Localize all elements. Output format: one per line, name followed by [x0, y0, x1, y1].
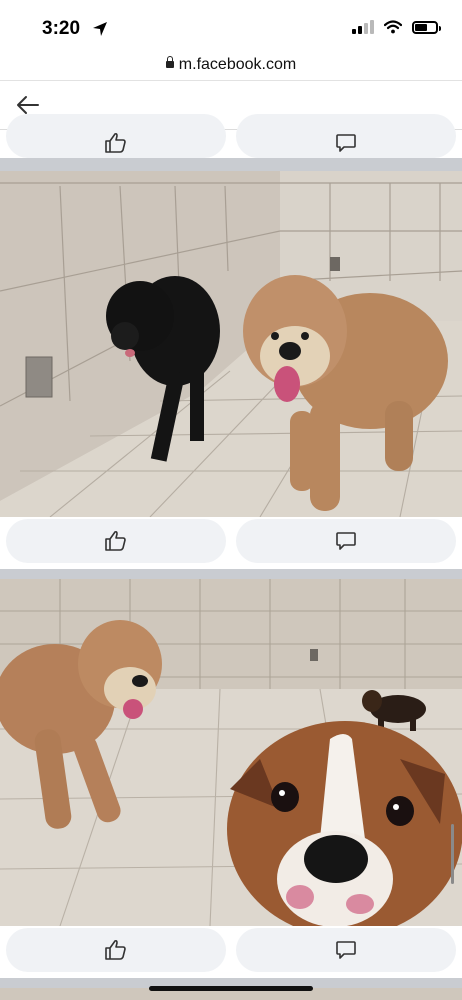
location-arrow-icon: [93, 22, 107, 36]
post-actions: [0, 926, 462, 978]
home-indicator[interactable]: [149, 986, 313, 991]
url-text: m.facebook.com: [178, 56, 297, 73]
signal-icon: [352, 20, 374, 34]
dogs-photo-1: [0, 171, 462, 517]
post-photo[interactable]: [0, 579, 462, 926]
like-icon: [105, 939, 126, 960]
photo-feed[interactable]: [0, 114, 462, 1000]
lock-icon: [165, 56, 174, 68]
comment-icon: [336, 532, 356, 550]
like-icon: [105, 530, 126, 551]
post-actions: [0, 114, 462, 158]
wifi-icon: [384, 20, 402, 34]
comment-button[interactable]: [236, 928, 456, 972]
dogs-photo-2: [0, 579, 462, 926]
like-button[interactable]: [6, 114, 226, 158]
comment-icon: [336, 941, 356, 959]
post-actions: [0, 517, 462, 569]
status-icons: [352, 20, 441, 34]
scrollbar[interactable]: [451, 824, 454, 884]
comment-button[interactable]: [236, 519, 456, 563]
browser-url-bar[interactable]: m.facebook.com: [0, 50, 462, 81]
comment-button[interactable]: [236, 114, 456, 158]
status-time: 3:20: [42, 18, 81, 39]
like-icon: [105, 132, 126, 153]
battery-icon: [412, 20, 441, 34]
comment-icon: [336, 134, 356, 152]
back-arrow-icon[interactable]: [16, 94, 40, 116]
post-photo[interactable]: [0, 171, 462, 517]
status-bar: 3:20: [0, 0, 462, 50]
like-button[interactable]: [6, 928, 226, 972]
like-button[interactable]: [6, 519, 226, 563]
